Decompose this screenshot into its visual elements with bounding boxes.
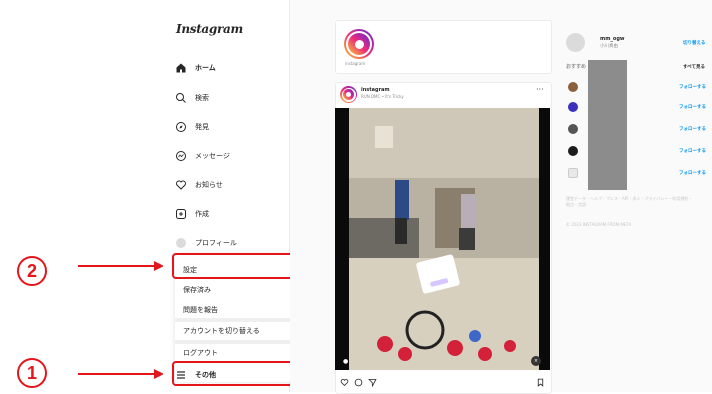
footer-links[interactable]: 運営データ・ヘルプ・プレス・API・求人・プライバシー・利用規約・拠点・言語	[566, 196, 696, 208]
story-username: instagram	[345, 61, 366, 66]
switch-account-link[interactable]: 切り替える	[683, 40, 705, 46]
suggestion-avatar[interactable]	[568, 124, 578, 134]
sidebar-item-home[interactable]: ホーム	[175, 58, 216, 78]
step-1-marker: 1	[17, 358, 47, 388]
like-icon[interactable]	[340, 378, 349, 387]
avatar-icon	[175, 237, 187, 249]
share-icon[interactable]	[368, 378, 377, 387]
profile-avatar[interactable]	[566, 33, 585, 52]
see-all-link[interactable]: すべて見る	[683, 64, 705, 70]
follow-button[interactable]: フォローする	[679, 104, 706, 110]
sidebar-item-notifications[interactable]: お知らせ	[175, 175, 223, 195]
profile-username[interactable]: mm_ogw	[600, 36, 625, 42]
sidebar-item-label: お知らせ	[195, 181, 223, 189]
follow-button[interactable]: フォローする	[679, 170, 706, 176]
sidebar-item-label: 検索	[195, 94, 209, 102]
save-icon[interactable]	[536, 378, 545, 387]
menu-item-label: 問題を報告	[183, 306, 218, 314]
sidebar-item-label: プロフィール	[195, 239, 237, 247]
stories-tray: instagram	[335, 20, 552, 74]
search-icon	[175, 92, 187, 104]
post-video[interactable]: ● ×	[335, 108, 550, 370]
user-tag-icon[interactable]: ●	[343, 358, 348, 365]
sidebar-item-profile[interactable]: プロフィール	[175, 233, 237, 253]
sidebar-item-label: ホーム	[195, 64, 216, 72]
step-1-number: 1	[26, 362, 37, 383]
step-2-arrow-line	[78, 265, 156, 267]
suggestions-title: おすすめ	[566, 64, 587, 70]
step-1-arrow-line	[78, 373, 156, 375]
step-2-marker: 2	[17, 256, 47, 286]
post-avatar[interactable]	[340, 86, 357, 103]
suggestion-avatar[interactable]	[568, 82, 578, 92]
menu-item-label: 保存済み	[183, 286, 211, 294]
post-actions	[340, 378, 377, 387]
messenger-icon	[175, 150, 187, 162]
sidebar-item-label: 作成	[195, 210, 209, 218]
post-username[interactable]: instagram	[361, 87, 390, 93]
comment-icon[interactable]	[354, 378, 363, 387]
instagram-logo-icon	[343, 89, 354, 100]
story-avatar[interactable]	[344, 29, 374, 59]
follow-button[interactable]: フォローする	[679, 84, 706, 90]
sidebar-item-create[interactable]: 作成	[175, 204, 209, 224]
menu-item-label: ログアウト	[183, 349, 218, 357]
step-2-number: 2	[26, 260, 37, 281]
follow-button[interactable]: フォローする	[679, 126, 706, 132]
menu-item-label: アカウントを切り替える	[183, 327, 260, 335]
profile-name: 小川真由	[600, 44, 618, 49]
more-options-icon[interactable]: ···	[536, 86, 544, 94]
suggestion-avatar[interactable]	[568, 102, 578, 112]
post-audio[interactable]: RUN DMC • It's Tricky	[361, 94, 404, 99]
instagram-logo[interactable]: Instagram	[176, 22, 243, 36]
sidebar-item-label: メッセージ	[195, 152, 230, 160]
redacted-usernames	[588, 60, 627, 190]
mute-icon[interactable]: ×	[531, 356, 541, 366]
plus-square-icon	[175, 208, 187, 220]
follow-button[interactable]: フォローする	[679, 148, 706, 154]
suggestion-avatar[interactable]	[568, 146, 578, 156]
compass-icon	[175, 121, 187, 133]
sidebar-item-search[interactable]: 検索	[175, 88, 209, 108]
sidebar-item-explore[interactable]: 発見	[175, 117, 209, 137]
sidebar-item-messages[interactable]: メッセージ	[175, 146, 230, 166]
home-icon	[175, 62, 187, 74]
suggestion-avatar[interactable]	[568, 168, 578, 178]
sidebar-item-label: 発見	[195, 123, 209, 131]
heart-icon	[175, 179, 187, 191]
instagram-logo-icon	[348, 33, 370, 55]
footer-copyright: © 2023 INSTAGRAM FROM META	[566, 222, 632, 227]
